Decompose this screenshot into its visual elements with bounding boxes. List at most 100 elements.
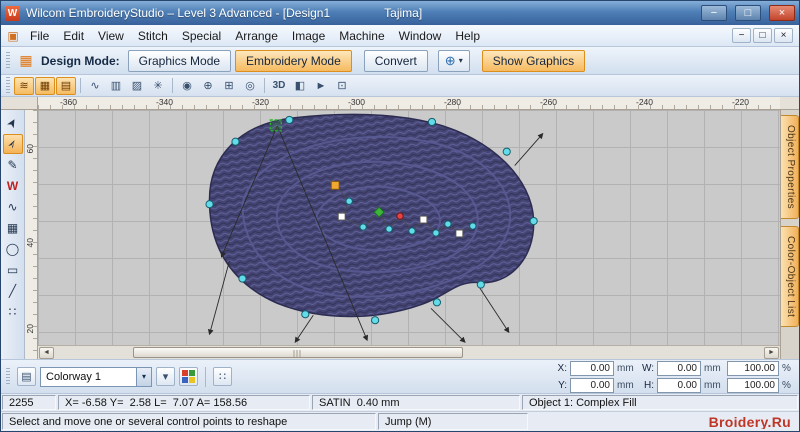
run-tool[interactable]: ∿ xyxy=(3,197,23,217)
rectangle-tool[interactable]: ▭ xyxy=(3,260,23,280)
overview-window-icon[interactable]: ⊡ xyxy=(332,77,352,95)
menu-machine[interactable]: Machine xyxy=(332,27,391,45)
ruler-label: -220 xyxy=(732,97,750,107)
menu-help[interactable]: Help xyxy=(448,27,487,45)
stitch-toolbar: ≋ ▦ ▤ ∿ ▥ ▨ ✳ ◉ ⊕ ⊞ ◎ 3D ◧ ► ⊡ xyxy=(1,75,799,97)
scale-x-percent: % xyxy=(782,362,791,374)
freehand-tool[interactable]: ✎ xyxy=(3,155,23,175)
menu-image[interactable]: Image xyxy=(285,27,332,45)
embroidery-mode-button[interactable]: Embroidery Mode xyxy=(235,49,352,72)
motif-fill-icon[interactable]: ✳ xyxy=(148,77,168,95)
ruler-label: 20 xyxy=(25,324,35,334)
mdi-close-button[interactable]: × xyxy=(774,28,793,43)
design-mode-icon: ▦ xyxy=(19,52,33,68)
design-mode-label: Design Mode: xyxy=(41,53,120,68)
tatami-stitch-icon[interactable]: ▨ xyxy=(127,77,147,95)
stitch-count: 2255 xyxy=(2,395,56,410)
3d-view-button[interactable]: 3D xyxy=(269,77,289,95)
machine-format-button[interactable]: ⊕ ▾ xyxy=(437,49,470,72)
scroll-right-icon[interactable]: ► xyxy=(764,346,779,359)
line-tool[interactable]: ╱ xyxy=(3,281,23,301)
status-bar: 2255 X= -6.58 Y= 2.58 L= 7.07 A= 158.56 … xyxy=(1,393,799,411)
colorway-toolbar: ▤ Colorway 1 ▾ ▾ ∷ X: mm W: mm xyxy=(1,359,799,393)
grid-icon[interactable]: ⊞ xyxy=(219,77,239,95)
zoom-icon[interactable]: ◉ xyxy=(177,77,197,95)
horizontal-scrollbar[interactable]: ◄ ► xyxy=(38,345,780,359)
close-button[interactable]: × xyxy=(769,5,795,21)
mixing-palette-icon[interactable]: ∷ xyxy=(213,367,232,386)
mdi-restore-button[interactable]: □ xyxy=(753,28,772,43)
stitch-player-icon[interactable]: ► xyxy=(311,77,331,95)
w-input[interactable] xyxy=(657,360,701,376)
convert-button[interactable]: Convert xyxy=(363,49,428,72)
mode-toolbar: ▦ Design Mode: Graphics Mode Embroidery … xyxy=(1,47,799,75)
x-input[interactable] xyxy=(570,360,614,376)
thread-colors-icon[interactable]: ▤ xyxy=(17,367,36,386)
reshape-tool[interactable]: ➣ xyxy=(2,134,23,154)
true-view-icon[interactable]: ◧ xyxy=(290,77,310,95)
menu-view[interactable]: View xyxy=(91,27,131,45)
colorway-selected-value: Colorway 1 xyxy=(46,370,102,383)
graphics-mode-button[interactable]: Graphics Mode xyxy=(127,49,232,72)
lettering-tool[interactable]: W xyxy=(3,176,23,196)
scale-y-input[interactable] xyxy=(727,377,779,393)
pan-icon[interactable]: ⊕ xyxy=(198,77,218,95)
zigzag-stitch-icon[interactable]: ≋ xyxy=(14,76,34,95)
scale-x-input[interactable] xyxy=(727,360,779,376)
x-unit: mm xyxy=(617,362,634,374)
y-unit: mm xyxy=(617,379,634,391)
colorway-menu-icon[interactable]: ▾ xyxy=(156,367,175,386)
window-title: Wilcom EmbroideryStudio – Level 3 Advanc… xyxy=(26,6,331,20)
hoop-icon[interactable]: ◎ xyxy=(240,77,260,95)
h-unit: mm xyxy=(704,379,721,391)
toolbar-grip[interactable] xyxy=(6,367,10,386)
ruler-corner xyxy=(1,97,38,110)
maximize-button[interactable]: □ xyxy=(735,5,761,21)
mdi-minimize-button[interactable]: − xyxy=(732,28,751,43)
show-graphics-button[interactable]: Show Graphics xyxy=(481,49,586,72)
ruler-label: -340 xyxy=(156,97,174,107)
menu-special[interactable]: Special xyxy=(175,27,228,45)
edit-colorways-icon[interactable] xyxy=(179,367,198,386)
menu-arrange[interactable]: Arrange xyxy=(228,27,285,45)
toolbar-grip[interactable] xyxy=(6,51,10,70)
minimize-button[interactable]: − xyxy=(701,5,727,21)
scroll-left-icon[interactable]: ◄ xyxy=(39,346,54,359)
colorway-select[interactable]: Colorway 1 ▾ xyxy=(40,366,152,387)
outline-stitch-icon[interactable]: ▤ xyxy=(56,76,76,95)
window-title-machine: Tajima] xyxy=(384,6,423,20)
fill-stitch-icon[interactable]: ▦ xyxy=(35,76,55,95)
ruler-label: -260 xyxy=(540,97,558,107)
tab-color-object-list[interactable]: Color-Object List xyxy=(781,226,799,328)
ruler-label: -280 xyxy=(444,97,462,107)
satin-stitch-icon[interactable]: ▥ xyxy=(106,77,126,95)
design-canvas[interactable] xyxy=(38,110,780,345)
menu-window[interactable]: Window xyxy=(392,27,449,45)
toolbox: ➤ ➣ ✎ W ∿ ▦ ◯ ▭ ╱ ∷ xyxy=(1,110,25,359)
toolbar-grip[interactable] xyxy=(6,76,10,95)
select-tool[interactable]: ➤ xyxy=(3,113,23,133)
entry-point-marker[interactable] xyxy=(269,119,283,132)
chevron-down-icon[interactable]: ▾ xyxy=(136,367,151,386)
tab-object-properties[interactable]: Object Properties xyxy=(781,115,799,220)
stitch-type-status: SATIN 0.40 mm xyxy=(312,395,520,410)
ruler-label: -320 xyxy=(252,97,270,107)
h-input[interactable] xyxy=(657,377,701,393)
ruler-label: 40 xyxy=(25,238,35,248)
ellipse-tool[interactable]: ◯ xyxy=(3,239,23,259)
mirror-merge-tool[interactable]: ∷ xyxy=(3,302,23,322)
selected-object-status: Object 1: Complex Fill xyxy=(522,395,798,410)
menu-edit[interactable]: Edit xyxy=(56,27,91,45)
menu-file[interactable]: File xyxy=(23,27,56,45)
y-input[interactable] xyxy=(570,377,614,393)
ruler-row: -360 -340 -320 -300 -280 -260 -240 -220 xyxy=(1,97,799,110)
menu-stitch[interactable]: Stitch xyxy=(131,27,175,45)
embroidery-object[interactable] xyxy=(208,113,535,318)
menu-bar: ▣ File Edit View Stitch Special Arrange … xyxy=(1,25,799,47)
chevron-down-icon: ▾ xyxy=(458,56,463,65)
run-stitch-icon[interactable]: ∿ xyxy=(85,77,105,95)
h-label: H: xyxy=(644,379,654,391)
complex-fill-tool[interactable]: ▦ xyxy=(3,218,23,238)
machine-function: Jump (M) xyxy=(378,413,528,430)
scrollbar-thumb[interactable] xyxy=(133,347,463,358)
